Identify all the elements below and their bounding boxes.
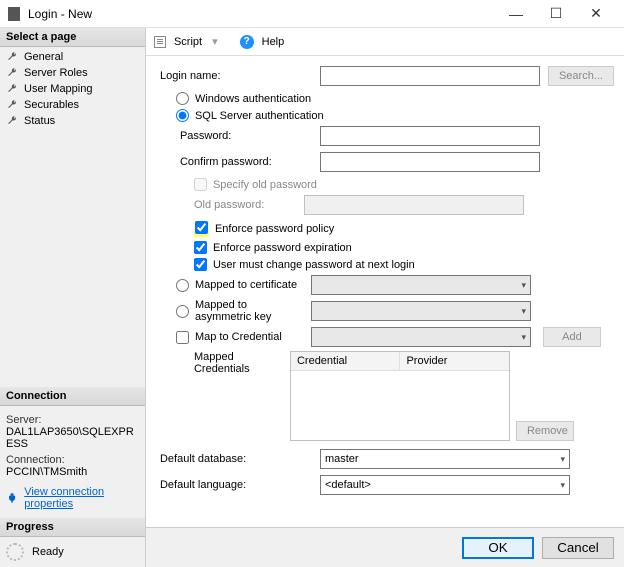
windows-auth-radio-row[interactable]: Windows authentication	[160, 92, 614, 105]
nav-status[interactable]: Status	[0, 113, 145, 129]
nav-label: General	[24, 51, 63, 63]
map-credential-row[interactable]: Map to Credential ▾ Add	[160, 327, 614, 347]
titlebar: Login - New — ☐ ✕	[0, 0, 624, 28]
enforce-policy-checkbox[interactable]	[195, 221, 208, 234]
mapped-asym-label: Mapped to asymmetric key	[195, 299, 305, 323]
map-credential-combo[interactable]: ▾	[311, 327, 531, 347]
view-connection-properties-link[interactable]: View connection properties	[24, 486, 139, 510]
progress-status: Ready	[32, 546, 64, 558]
must-change-row[interactable]: User must change password at next login	[160, 258, 614, 271]
specify-old-password-checkbox	[194, 178, 207, 191]
confirm-password-input[interactable]	[320, 152, 540, 172]
password-label: Password:	[160, 130, 290, 142]
password-input[interactable]	[320, 126, 540, 146]
enforce-expiration-row[interactable]: Enforce password expiration	[160, 241, 614, 254]
server-label: Server:	[6, 414, 139, 426]
map-credential-label: Map to Credential	[195, 331, 305, 343]
connection-label: Connection:	[6, 454, 139, 466]
old-password-input	[304, 195, 524, 215]
nav-general[interactable]: General	[0, 49, 145, 65]
add-button[interactable]: Add	[543, 327, 601, 347]
chevron-down-icon: ▾	[521, 332, 526, 343]
chevron-down-icon: ▾	[521, 306, 526, 317]
nav-user-mapping[interactable]: User Mapping	[0, 81, 145, 97]
chevron-down-icon: ▾	[521, 280, 526, 291]
nav-label: Status	[24, 115, 55, 127]
window-title: Login - New	[28, 7, 496, 21]
old-password-label: Old password:	[160, 199, 290, 211]
wrench-icon	[6, 83, 18, 95]
close-button[interactable]: ✕	[576, 0, 616, 28]
ok-button[interactable]: OK	[462, 537, 534, 559]
script-icon	[154, 36, 166, 48]
mapped-asym-row[interactable]: Mapped to asymmetric key ▾	[160, 299, 614, 323]
sql-auth-radio[interactable]	[176, 109, 189, 122]
minimize-button[interactable]: —	[496, 0, 536, 28]
connection-icon	[6, 491, 18, 505]
nav-securables[interactable]: Securables	[0, 97, 145, 113]
default-language-label: Default language:	[160, 479, 290, 491]
col-credential: Credential	[291, 352, 401, 370]
sql-auth-radio-row[interactable]: SQL Server authentication	[160, 109, 614, 122]
script-button[interactable]: Script	[174, 36, 202, 48]
dropdown-arrow-icon[interactable]: ▾	[212, 35, 218, 48]
mapped-cert-combo[interactable]: ▾	[311, 275, 531, 295]
nav-label: Securables	[24, 99, 79, 111]
mapped-credentials-label: Mapped Credentials	[160, 351, 290, 375]
wrench-icon	[6, 67, 18, 79]
mapped-cert-label: Mapped to certificate	[195, 279, 305, 291]
mapped-cert-radio[interactable]	[176, 279, 189, 292]
enforce-policy-label: Enforce password policy	[215, 223, 334, 235]
default-database-combo[interactable]: master ▾	[320, 449, 570, 469]
windows-auth-label: Windows authentication	[195, 93, 311, 105]
specify-old-password-row: Specify old password	[160, 178, 614, 191]
must-change-label: User must change password at next login	[213, 259, 415, 271]
default-language-value: <default>	[325, 479, 371, 491]
login-name-input[interactable]	[320, 66, 540, 86]
wrench-icon	[6, 115, 18, 127]
sql-auth-label: SQL Server authentication	[195, 110, 324, 122]
connection-value: PCCIN\TMSmith	[6, 466, 139, 478]
select-page-heading: Select a page	[0, 28, 145, 47]
windows-auth-radio[interactable]	[176, 92, 189, 105]
credentials-table: Credential Provider	[290, 351, 510, 441]
enforce-expiration-checkbox[interactable]	[194, 241, 207, 254]
specify-old-password-label: Specify old password	[213, 179, 317, 191]
enforce-expiration-label: Enforce password expiration	[213, 242, 352, 254]
progress-heading: Progress	[0, 518, 145, 537]
page-nav: General Server Roles User Mapping Secura…	[0, 47, 145, 131]
mapped-asym-combo[interactable]: ▾	[311, 301, 531, 321]
search-button[interactable]: Search...	[548, 66, 614, 86]
map-credential-checkbox[interactable]	[176, 331, 189, 344]
chevron-down-icon: ▾	[560, 454, 565, 465]
remove-button[interactable]: Remove	[516, 421, 574, 441]
chevron-down-icon: ▾	[560, 480, 565, 491]
nav-server-roles[interactable]: Server Roles	[0, 65, 145, 81]
default-database-value: master	[325, 453, 359, 465]
cancel-button[interactable]: Cancel	[542, 537, 614, 559]
nav-label: User Mapping	[24, 83, 92, 95]
progress-spinner-icon	[6, 543, 24, 561]
app-icon	[8, 7, 20, 21]
help-button[interactable]: Help	[262, 36, 285, 48]
col-provider: Provider	[400, 352, 509, 370]
mapped-cert-row[interactable]: Mapped to certificate ▾	[160, 275, 614, 295]
login-name-label: Login name:	[160, 70, 290, 82]
confirm-password-label: Confirm password:	[160, 156, 290, 168]
server-value: DAL1LAP3650\SQLEXPRESS	[6, 426, 139, 450]
connection-heading: Connection	[0, 387, 145, 406]
help-icon: ?	[240, 35, 254, 49]
nav-label: Server Roles	[24, 67, 88, 79]
wrench-icon	[6, 51, 18, 63]
default-language-combo[interactable]: <default> ▾	[320, 475, 570, 495]
mapped-asym-radio[interactable]	[176, 305, 189, 318]
wrench-icon	[6, 99, 18, 111]
maximize-button[interactable]: ☐	[536, 0, 576, 28]
default-database-label: Default database:	[160, 453, 290, 465]
must-change-checkbox[interactable]	[194, 258, 207, 271]
enforce-policy-row[interactable]: Enforce password policy	[160, 221, 614, 237]
